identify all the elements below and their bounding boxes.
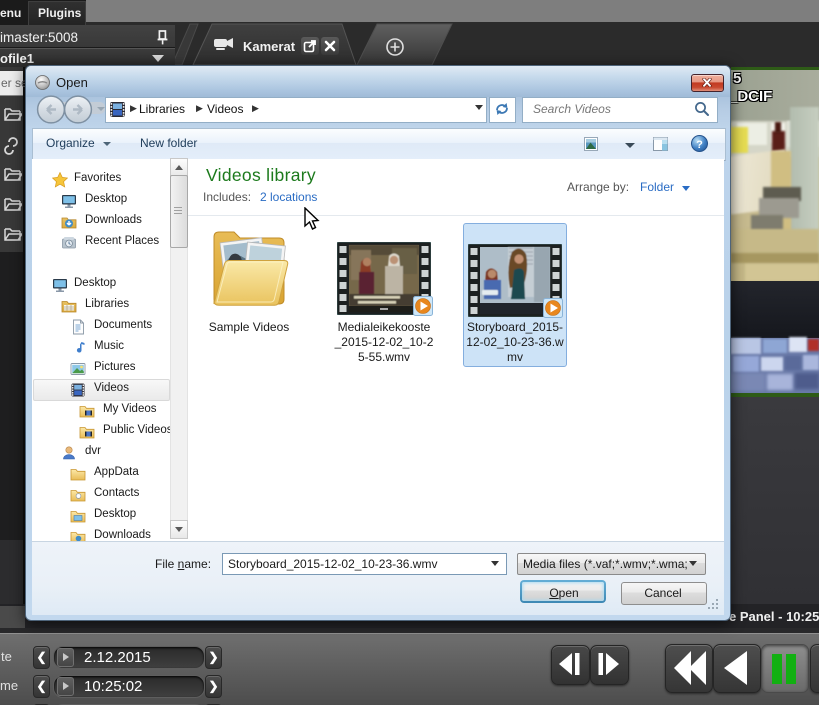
svg-text:?: ? (696, 139, 703, 151)
